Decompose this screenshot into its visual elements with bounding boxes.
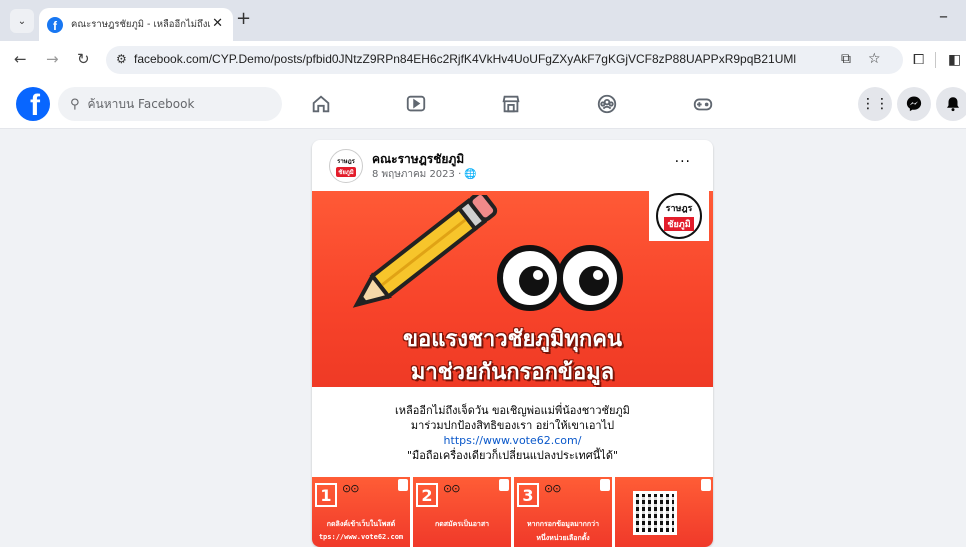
thumb-caption: หากกรอกข้อมูลมากกว่า [527,520,599,528]
mini-logo [701,479,711,491]
thumb-caption: กดลิงค์เข้าเว็บในโพสต์ [326,520,396,528]
thumb-caption-2: tps://www.vote62.com [318,533,404,541]
forward-arrow-icon[interactable]: → [46,50,59,68]
groups-icon[interactable] [596,93,618,115]
browser-tab-strip: ⌄ f คณะราษฎรชัยภูมิ - เหลืออีกไม่ถึงเจ็ด… [0,0,966,41]
post-card: ราษฎร ชัยภูมิ คณะราษฎรชัยภูมิ 8 พฤษภาคม … [312,140,713,547]
gallery-thumb-3[interactable]: 3 ⊙⊙ หากกรอกข้อมูลมากกว่า หนึ่งหน่วยเลือ… [514,477,612,547]
notifications-bell-icon[interactable] [936,87,966,121]
toolbar-divider [935,52,936,68]
bookmark-star-icon[interactable]: ☆ [868,51,881,67]
eyes-icon: ⊙⊙ [544,482,561,495]
page-avatar[interactable]: ราษฎร ชัยภูมิ [329,149,363,183]
caption-line-2: มาร่วมปกป้องสิทธิของเรา อย่าให้เขาเอาไป [410,419,615,432]
post-options-icon[interactable]: ··· [675,154,691,170]
tab-search-chevron-icon[interactable]: ⌄ [10,9,34,33]
post-date[interactable]: 8 พฤษภาคม 2023 · 🌐 [372,167,477,182]
reload-icon[interactable]: ↻ [77,50,90,68]
messenger-icon[interactable] [897,87,931,121]
post-caption: เหลืออีกไม่ถึงเจ็ดวัน ขอเชิญพ่อแม่พี่น้อ… [312,403,713,463]
thumb-caption-2: หนึ่งหน่วยเลือกตั้ง [536,534,590,542]
facebook-favicon-icon: f [47,16,63,33]
cartoon-eyes-icon [497,245,623,311]
gallery-thumb-4[interactable] [615,477,713,547]
back-arrow-icon[interactable]: ← [14,50,27,68]
facebook-top-bar: f ⚲ ค้นหาบน Facebook ⋮⋮ [0,79,966,129]
site-settings-icon[interactable]: ⚙ [116,52,127,66]
thumb-caption: กดสมัครเป็นอาสา [434,520,490,528]
browser-toolbar: ← → ↻ ⚙ facebook.com/CYP.Demo/posts/pfbi… [0,41,966,79]
eyes-icon: ⊙⊙ [342,482,359,495]
gallery-thumb-1[interactable]: 1 ⊙⊙ กดลิงค์เข้าเว็บในโพสต์ tps://www.vo… [312,477,410,547]
video-icon[interactable] [405,93,427,115]
gallery-thumb-2[interactable]: 2 ⊙⊙ กดสมัครเป็นอาสา [413,477,511,547]
mini-logo [600,479,610,491]
address-bar[interactable]: ⚙ facebook.com/CYP.Demo/posts/pfbid0JNtz… [106,46,903,74]
extensions-icon[interactable]: ⧠ [913,52,924,68]
home-icon[interactable] [310,93,332,115]
close-tab-icon[interactable]: ✕ [212,16,223,31]
gaming-icon[interactable] [692,93,714,115]
mini-logo [499,479,509,491]
post-image-gallery: 1 ⊙⊙ กดลิงค์เข้าเว็บในโพสต์ tps://www.vo… [312,477,713,547]
banner-logo: ราษฎร ชัยภูมิ [649,191,709,241]
menu-grid-icon[interactable]: ⋮⋮ [858,87,892,121]
search-placeholder: ค้นหาบน Facebook [87,96,195,111]
browser-tab-active[interactable]: f คณะราษฎรชัยภูมิ - เหลืออีกไม่ถึงเจ็ด ✕ [39,8,233,41]
url-text[interactable]: facebook.com/CYP.Demo/posts/pfbid0JNtzZ9… [134,52,796,66]
tab-title: คณะราษฎรชัยภูมิ - เหลืออีกไม่ถึงเจ็ด [71,19,211,30]
side-panel-icon[interactable]: ◧ [948,52,961,68]
new-tab-icon[interactable]: + [236,8,251,29]
banner-headline-2: มาช่วยกันกรอกข้อมูล [410,360,615,385]
vote62-link[interactable]: https://www.vote62.com/ [312,433,713,448]
caption-line-1: เหลืออีกไม่ถึงเจ็ดวัน ขอเชิญพ่อแม่พี่น้อ… [395,404,630,417]
search-icon: ⚲ [70,96,80,112]
install-app-icon[interactable]: ⧉ [841,51,851,67]
minimize-window-icon[interactable]: – [939,6,948,27]
eyes-icon: ⊙⊙ [443,482,460,495]
mini-logo [398,479,408,491]
caption-line-3: "มือถือเครื่องเดียวก็เปลี่ยนแปลงประเทศนี… [406,449,619,462]
marketplace-icon[interactable] [500,93,522,115]
pencil-illustration-icon [352,195,498,308]
facebook-search-input[interactable]: ⚲ ค้นหาบน Facebook [58,87,282,121]
banner-headline-1: ขอแรงชาวชัยภูมิทุกคน [402,327,623,352]
facebook-logo-icon[interactable]: f [16,87,50,121]
post-banner-image[interactable]: ราษฎร ชัยภูมิ ขอแรงชาวชัยภูมิทุกคน มาช่ว… [312,191,713,387]
